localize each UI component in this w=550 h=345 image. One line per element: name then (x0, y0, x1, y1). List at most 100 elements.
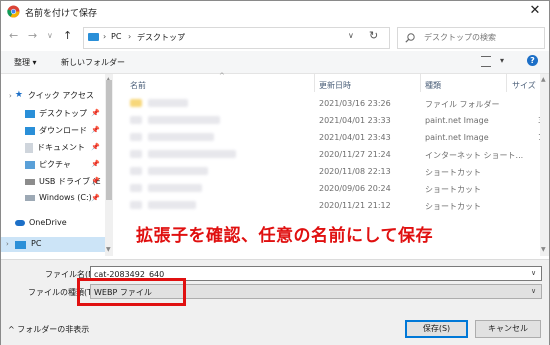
usb-drive-icon (25, 178, 35, 185)
navigation-pane: › ★ クイック アクセス デスクトップ 📌 ダウンロード 📌 ドキュメント 📌 ピ… (1, 74, 113, 256)
nav-label: ピクチャ (39, 160, 71, 169)
column-type[interactable]: 種類 (425, 80, 441, 91)
nav-quick-access[interactable]: › ★ クイック アクセス (9, 90, 94, 104)
blurred-file-icon (130, 150, 142, 158)
downloads-folder-icon (25, 126, 35, 135)
column-divider[interactable] (314, 74, 315, 92)
cell-modified: 2020/09/06 20:24 (319, 184, 391, 193)
blurred-file-icon (130, 99, 142, 107)
table-row[interactable]: 2021/04/01 23:43 paint.net Image 18 (116, 133, 549, 148)
view-dropdown-icon[interactable]: ▾ (500, 56, 504, 65)
forward-arrow-icon[interactable]: → (28, 29, 37, 42)
cell-modified: 2021/04/01 23:33 (319, 116, 391, 125)
nav-pictures[interactable]: ピクチャ (25, 159, 71, 173)
search-box[interactable]: デスクトップの検索 (397, 27, 545, 49)
nav-documents[interactable]: ドキュメント (25, 142, 85, 156)
pin-icon: 📌 (91, 194, 100, 202)
table-row[interactable]: 2020/09/06 20:24 ショートカット (116, 184, 549, 199)
nav-windows-c[interactable]: Windows (C:) (25, 193, 92, 207)
star-icon: ★ (14, 90, 23, 100)
column-divider[interactable] (506, 74, 507, 92)
blurred-file-name (148, 184, 202, 192)
column-modified[interactable]: 更新日時 (319, 80, 351, 91)
help-icon[interactable]: ? (527, 55, 538, 66)
nav-label: Windows (C:) (39, 193, 92, 202)
hide-folders-toggle[interactable]: ^ フォルダーの非表示 (8, 324, 89, 335)
blurred-file-icon (130, 167, 142, 175)
save-button[interactable]: 保存(S) (405, 320, 468, 338)
breadcrumb-desktop[interactable]: デスクトップ (137, 32, 185, 43)
cell-type: インターネット ショート... (425, 151, 524, 160)
nav-pc-selected[interactable]: › PC (1, 237, 105, 252)
nav-downloads[interactable]: ダウンロード (25, 125, 87, 139)
nav-label: デスクトップ (39, 109, 87, 118)
organize-caret-icon: ▾ (32, 58, 37, 67)
search-icon (405, 33, 415, 43)
scroll-down-icon[interactable]: ▼ (541, 246, 546, 253)
refresh-icon[interactable]: ↻ (369, 29, 378, 42)
filetype-dropdown-icon[interactable]: ∨ (531, 287, 536, 295)
filename-dropdown-icon[interactable]: ∨ (531, 269, 536, 277)
sort-up-icon: ^ (219, 72, 225, 80)
desktop-folder-icon (25, 109, 35, 118)
nav-label: ダウンロード (39, 126, 87, 135)
scroll-thumb[interactable] (106, 80, 112, 200)
breadcrumb-sep-icon: › (179, 32, 183, 41)
table-row[interactable]: 2020/11/08 22:13 ショートカット (116, 167, 549, 182)
breadcrumb-pc[interactable]: PC (111, 32, 121, 41)
annotation-text: 拡張子を確認、任意の名前にして保存 (136, 226, 433, 246)
pc-icon (88, 33, 99, 41)
blurred-file-name (148, 133, 214, 141)
annotation-banner: 拡張子を確認、任意の名前にして保存 (136, 216, 433, 248)
table-row[interactable]: 2021/04/01 23:33 paint.net Image 32 (116, 116, 549, 131)
organize-button[interactable]: 整理 ▾ (14, 57, 37, 68)
view-options-icon[interactable] (481, 56, 491, 67)
nav-onedrive[interactable]: OneDrive (15, 218, 67, 232)
pc-icon (15, 241, 26, 249)
scroll-down-icon[interactable]: ▼ (106, 246, 111, 253)
pin-icon: 📌 (91, 160, 100, 168)
address-bar[interactable]: › PC › デスクトップ › ∨ ↻ (83, 27, 390, 49)
expand-chevron-icon: › (9, 92, 12, 100)
column-divider[interactable] (420, 74, 421, 92)
table-row[interactable]: 2020/11/21 21:12 ショートカット (116, 201, 549, 216)
nav-label: OneDrive (29, 218, 67, 227)
table-row[interactable]: 2021/03/16 23:26 ファイル フォルダー (116, 99, 549, 114)
back-arrow-icon[interactable]: ← (9, 29, 18, 42)
table-row[interactable]: 2020/11/27 21:24 インターネット ショート... (116, 150, 549, 165)
blurred-file-icon (130, 116, 142, 124)
window-title: 名前を付けて保存 (25, 9, 98, 19)
nav-scrollbar[interactable]: ▲ ▼ (105, 74, 113, 256)
close-icon[interactable]: ✕ (527, 3, 543, 19)
nav-label: PC (31, 239, 42, 248)
blurred-file-icon (130, 184, 142, 192)
hide-folders-label: フォルダーの非表示 (17, 325, 90, 334)
cloud-icon (15, 219, 25, 226)
documents-icon (25, 142, 33, 153)
recent-locations-icon[interactable]: ∨ (47, 31, 53, 40)
scroll-up-icon[interactable]: ▲ (541, 76, 546, 83)
blurred-file-icon (130, 133, 142, 141)
blurred-file-icon (130, 201, 142, 209)
navigation-bar: ← → ∨ ↑ › PC › デスクトップ › ∨ ↻ デスクトップの検索 (1, 23, 549, 51)
title-bar: 名前を付けて保存 ✕ (1, 1, 549, 23)
column-name[interactable]: 名前 (130, 80, 146, 91)
nav-desktop[interactable]: デスクトップ (25, 108, 87, 122)
address-dropdown-icon[interactable]: ∨ (348, 31, 354, 40)
pin-icon: 📌 (91, 177, 100, 185)
search-placeholder: デスクトップの検索 (424, 33, 496, 42)
cell-type: paint.net Image (425, 133, 489, 142)
cancel-button[interactable]: キャンセル (475, 320, 541, 338)
pictures-icon (25, 160, 35, 169)
new-folder-button[interactable]: 新しいフォルダー (61, 57, 125, 68)
nav-usb-drive[interactable]: USB ドライブ (E (25, 176, 101, 190)
file-list-scrollbar[interactable]: ▲ ▼ (540, 74, 549, 256)
up-arrow-icon[interactable]: ↑ (63, 29, 72, 42)
chrome-logo-icon (7, 5, 20, 18)
nav-label: ドキュメント (37, 143, 85, 152)
expand-chevron-icon: › (6, 240, 9, 248)
blurred-file-name (148, 99, 188, 107)
cell-type: ファイル フォルダー (425, 100, 500, 109)
cell-type: ショートカット (425, 202, 481, 211)
column-size[interactable]: サイズ (512, 80, 536, 91)
